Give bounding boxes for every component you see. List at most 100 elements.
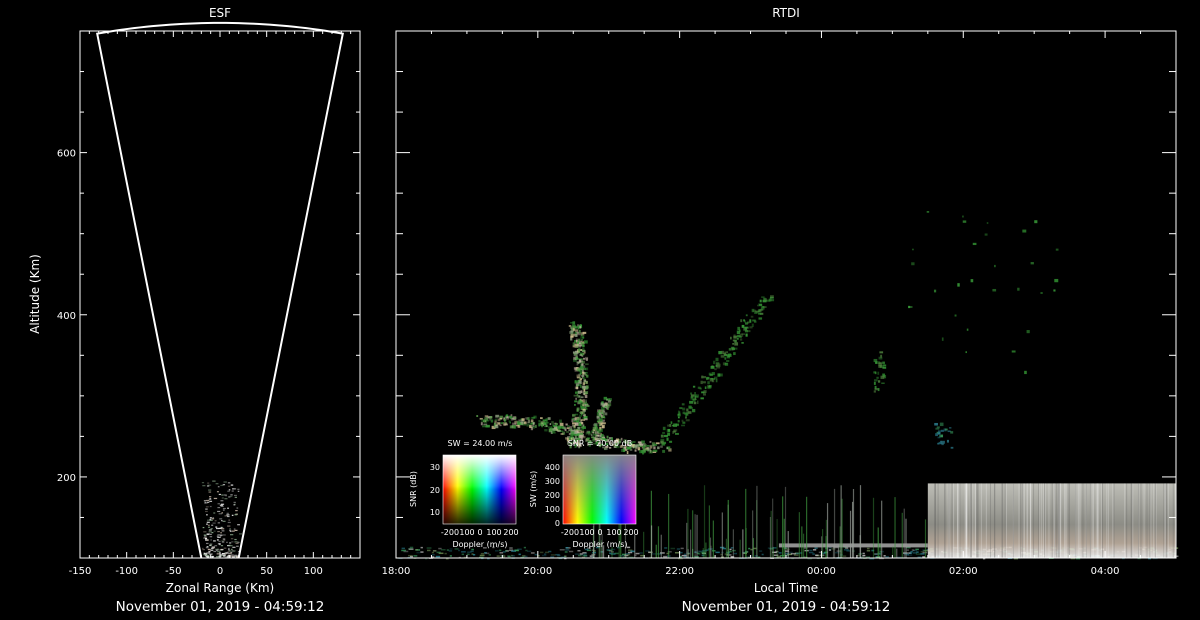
rtdi-echo-plume	[570, 321, 574, 324]
rtdi-echo-plume	[1053, 289, 1056, 292]
rtdi-echo-plume	[579, 432, 584, 436]
rtdi-echo-plume	[587, 431, 591, 434]
esf-y-tick-label: 600	[57, 149, 76, 160]
rtdi-echo-plume	[737, 326, 741, 331]
rtdi-echo-plume	[724, 357, 727, 360]
rtdi-echo	[416, 551, 421, 554]
rtdi-echo-plume	[509, 421, 511, 424]
rtdi-echo-streak	[1097, 483, 1099, 558]
rtdi-echo-plume	[954, 314, 957, 317]
esf-echo	[227, 485, 231, 487]
rtdi-echo	[559, 549, 565, 551]
esf-echo	[233, 503, 236, 505]
rtdi-echo-streak	[877, 527, 879, 558]
esf-echo	[221, 540, 224, 542]
rtdi-echo-plume	[693, 394, 697, 397]
rtdi-echo-streak	[948, 483, 950, 558]
rtdi-echo-streak	[783, 518, 785, 558]
rtdi-echo-plume	[873, 379, 878, 382]
rtdi-echo-streak	[1100, 483, 1102, 558]
rtdi-echo-plume	[703, 376, 707, 379]
rtdi-echo-plume	[653, 443, 657, 446]
rtdi-echo-plume	[583, 388, 586, 392]
rtdi-echo-plume	[591, 436, 595, 439]
sw-legend-xtick: 100	[459, 528, 474, 537]
sw-legend-dark-overlay	[443, 455, 516, 524]
rtdi-echo-plume	[986, 222, 989, 225]
rtdi-echo-plume	[669, 424, 672, 427]
rtdi-echo-plume	[549, 423, 552, 426]
esf-echo	[214, 520, 217, 522]
esf-echo	[211, 547, 214, 549]
rtdi-echo	[842, 555, 847, 557]
rtdi-echo	[577, 549, 581, 552]
esf-echo	[234, 529, 238, 532]
rtdi-echo-streak	[703, 485, 706, 558]
rtdi-echo-streak	[660, 534, 662, 558]
rtdi-echo-plume	[647, 447, 650, 450]
rtdi-echo-streak	[686, 522, 688, 558]
rtdi-echo-plume	[484, 417, 489, 421]
rtdi-echo-plume	[720, 355, 725, 358]
rtdi-echo-streak	[1149, 483, 1151, 558]
esf-echo	[224, 498, 228, 500]
esf-echo	[209, 500, 213, 502]
rtdi-echo-streak	[650, 525, 653, 558]
rtdi-echo-streak	[634, 535, 636, 558]
esf-echo	[236, 507, 239, 509]
rtdi-echo-streak	[951, 483, 953, 558]
rtdi-echo-plume	[758, 303, 762, 307]
esf-echo	[225, 495, 227, 497]
rtdi-echo	[408, 548, 414, 550]
esf-echo	[226, 541, 228, 543]
rtdi-echo-plume	[634, 449, 637, 452]
rtdi-echo-plume	[594, 422, 598, 427]
esf-echo	[209, 543, 213, 545]
rtdi-echo-plume	[706, 377, 709, 380]
rtdi-echo	[680, 547, 684, 550]
rtdi-echo	[630, 550, 635, 552]
rtdi-echo-streak	[739, 539, 741, 558]
esf-xlabel: Zonal Range (Km)	[166, 581, 274, 595]
rtdi-echo	[446, 549, 449, 551]
rtdi-echo-plume	[669, 440, 673, 443]
sw-legend-xtick: 100	[486, 528, 501, 537]
esf-echo	[216, 491, 219, 493]
rtdi-echo-plume	[1030, 262, 1034, 265]
rtdi-echo-streak	[974, 483, 976, 558]
sw-legend-title: SW = 24.00 m/s	[448, 439, 513, 448]
rtdi-echo-streak	[770, 510, 772, 558]
esf-echo	[207, 519, 210, 521]
rtdi-echo-plume	[736, 337, 739, 340]
rtdi-echo-plume	[677, 410, 680, 414]
rtdi-echo-plume	[745, 322, 748, 325]
rtdi-echo-plume	[877, 371, 880, 375]
esf-echo	[227, 515, 230, 518]
rtdi-echo-streak	[901, 512, 903, 558]
rtdi-title: RTDI	[772, 6, 800, 20]
rtdi-echo-plume	[585, 401, 587, 404]
rtdi-echo	[584, 552, 587, 555]
rtdi-echo-plume	[601, 424, 605, 429]
rtdi-echo-plume	[880, 354, 883, 358]
esf-echo	[234, 538, 237, 541]
rtdi-echo	[539, 551, 544, 554]
rtdi-echo-plume	[944, 428, 948, 431]
esf-echo	[206, 533, 210, 535]
rtdi-echo-streak	[1044, 483, 1046, 558]
rtdi-echo-plume	[702, 381, 706, 384]
rtdi-echo-plume	[577, 390, 582, 394]
rtdi-echo-plume	[558, 425, 562, 428]
rtdi-echo-plume	[744, 326, 749, 329]
rtdi-echo-streak	[1005, 483, 1007, 558]
rtdi-echo-streak	[959, 483, 961, 558]
rtdi-echo-plume	[874, 371, 877, 375]
rtdi-echo	[862, 552, 865, 555]
rtdi-echo-plume	[509, 425, 513, 429]
esf-echo	[222, 554, 226, 556]
rtdi-echo-streak	[1143, 483, 1145, 558]
rtdi-echo-plume	[569, 426, 573, 429]
esf-echo	[201, 482, 205, 484]
rtdi-echo	[461, 551, 466, 553]
rtdi-echo	[651, 553, 657, 555]
